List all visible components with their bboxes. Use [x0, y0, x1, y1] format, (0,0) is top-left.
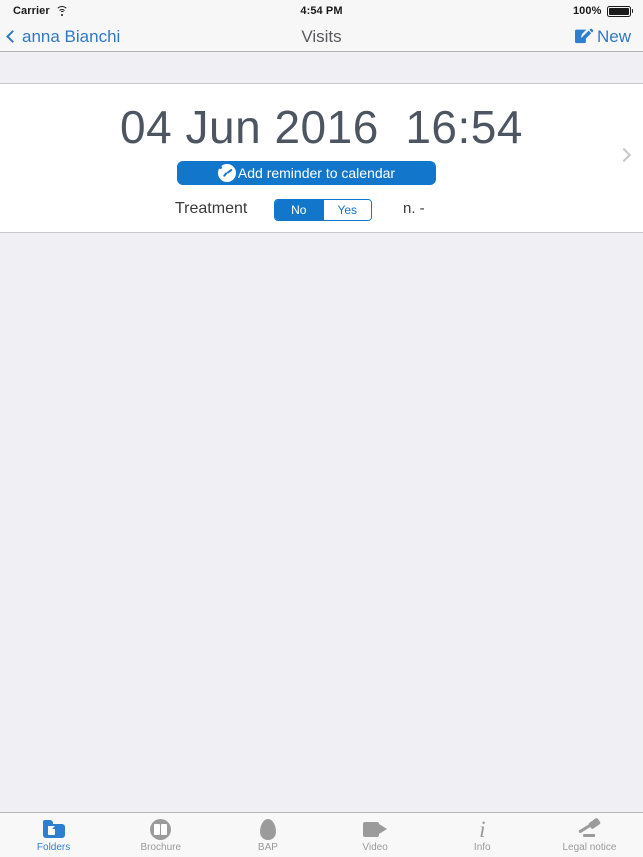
new-button-label: New — [596, 27, 631, 46]
tab-info[interactable]: i Info — [429, 813, 536, 857]
content-area — [0, 234, 643, 812]
tab-info-label: Info — [473, 842, 491, 853]
visit-datetime: 04 Jun 2016 16:54 — [120, 101, 523, 153]
treatment-segment-no[interactable]: No — [275, 200, 323, 220]
battery-percent-label: 100% — [572, 5, 602, 17]
tab-bar: Folders Brochure BAP Video i Info Legal … — [0, 812, 643, 857]
tab-folders[interactable]: Folders — [0, 813, 107, 857]
status-bar-right: 100% — [573, 5, 633, 17]
tab-brochure[interactable]: Brochure — [107, 813, 214, 857]
tab-brochure-label: Brochure — [140, 842, 182, 853]
status-bar: Carrier 4:54 PM 100% — [0, 0, 643, 22]
gavel-icon — [577, 816, 602, 840]
book-icon — [150, 818, 172, 840]
page-title: Visits — [301, 27, 342, 46]
battery-full-icon — [606, 5, 633, 17]
tab-bap[interactable]: BAP — [214, 813, 321, 857]
tab-video-label: Video — [362, 842, 388, 853]
add-reminder-button-label: Add reminder to calendar — [237, 165, 396, 181]
section-header-band — [0, 53, 643, 84]
clock-icon — [217, 164, 236, 182]
treatment-count-label: n. - — [403, 200, 425, 217]
treatment-label: Treatment — [175, 200, 248, 217]
treatment-row: Treatment No Yes n. - — [0, 196, 643, 222]
visit-card[interactable]: 04 Jun 2016 16:54 Add reminder to calend… — [0, 84, 643, 233]
egg-icon — [259, 818, 276, 840]
tab-legal-notice-label: Legal notice — [562, 842, 617, 853]
treatment-segment-yes[interactable]: Yes — [322, 200, 371, 220]
treatment-segmented-control[interactable]: No Yes — [274, 199, 372, 221]
add-reminder-button[interactable]: Add reminder to calendar — [177, 161, 436, 185]
tab-video[interactable]: Video — [322, 813, 429, 857]
tab-bap-label: BAP — [257, 842, 278, 853]
info-icon: i — [479, 816, 486, 842]
video-icon — [363, 818, 388, 840]
compose-icon — [574, 28, 594, 46]
new-button[interactable]: New — [574, 22, 631, 52]
folder-icon — [42, 818, 65, 840]
navigation-bar: anna Bianchi Visits New — [0, 22, 643, 52]
status-bar-clock: 4:54 PM — [300, 5, 343, 17]
tab-folders-label: Folders — [36, 842, 71, 853]
tab-legal-notice[interactable]: Legal notice — [536, 813, 643, 857]
